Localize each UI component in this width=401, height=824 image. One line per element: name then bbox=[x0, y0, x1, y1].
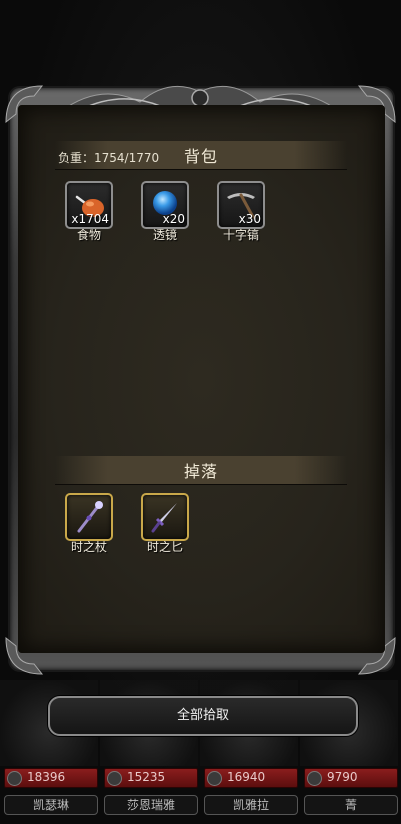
item-frame bbox=[141, 493, 189, 541]
hero-name: 莎恩瑞雅 bbox=[104, 795, 198, 815]
hp-bar: 9790 bbox=[304, 768, 398, 788]
staff-icon bbox=[77, 501, 103, 533]
hp-bar: 16940 bbox=[204, 768, 298, 788]
hp-icon bbox=[207, 771, 222, 786]
item-count: x30 bbox=[238, 212, 261, 226]
item-frame: x30 bbox=[217, 181, 265, 229]
hp-value: 18396 bbox=[27, 770, 66, 784]
dagger-icon bbox=[151, 503, 177, 533]
load-capacity-label: 负重：1754/1770 bbox=[58, 151, 160, 165]
item-frame: x1704 bbox=[65, 181, 113, 229]
drop-section-header: 掉落 bbox=[55, 456, 347, 485]
bag-item-slot[interactable]: x1704 食物 bbox=[64, 181, 114, 243]
hp-icon bbox=[7, 771, 22, 786]
pickup-all-button[interactable]: 全部拾取 bbox=[48, 696, 358, 736]
hero-name: 菁 bbox=[304, 795, 398, 815]
hero-name: 凯瑟琳 bbox=[4, 795, 98, 815]
drop-item-slot[interactable]: 时之杖 bbox=[64, 493, 114, 555]
hp-value: 9790 bbox=[327, 770, 358, 784]
item-count: x20 bbox=[162, 212, 185, 226]
hp-value: 15235 bbox=[127, 770, 166, 784]
item-frame bbox=[65, 493, 113, 541]
bag-item-slot[interactable]: x20 透镜 bbox=[140, 181, 190, 243]
item-count: x1704 bbox=[71, 212, 109, 226]
hp-bar: 18396 bbox=[4, 768, 98, 788]
drop-item-slot[interactable]: 时之匕 bbox=[140, 493, 190, 555]
drop-title: 掉落 bbox=[183, 462, 218, 481]
hp-value: 16940 bbox=[227, 770, 266, 784]
hero-name: 凯雅拉 bbox=[204, 795, 298, 815]
hp-bar: 15235 bbox=[104, 768, 198, 788]
bag-item-slot[interactable]: x30 十字镐 bbox=[216, 181, 266, 243]
hp-icon bbox=[107, 771, 122, 786]
item-frame: x20 bbox=[141, 181, 189, 229]
hp-icon bbox=[307, 771, 322, 786]
